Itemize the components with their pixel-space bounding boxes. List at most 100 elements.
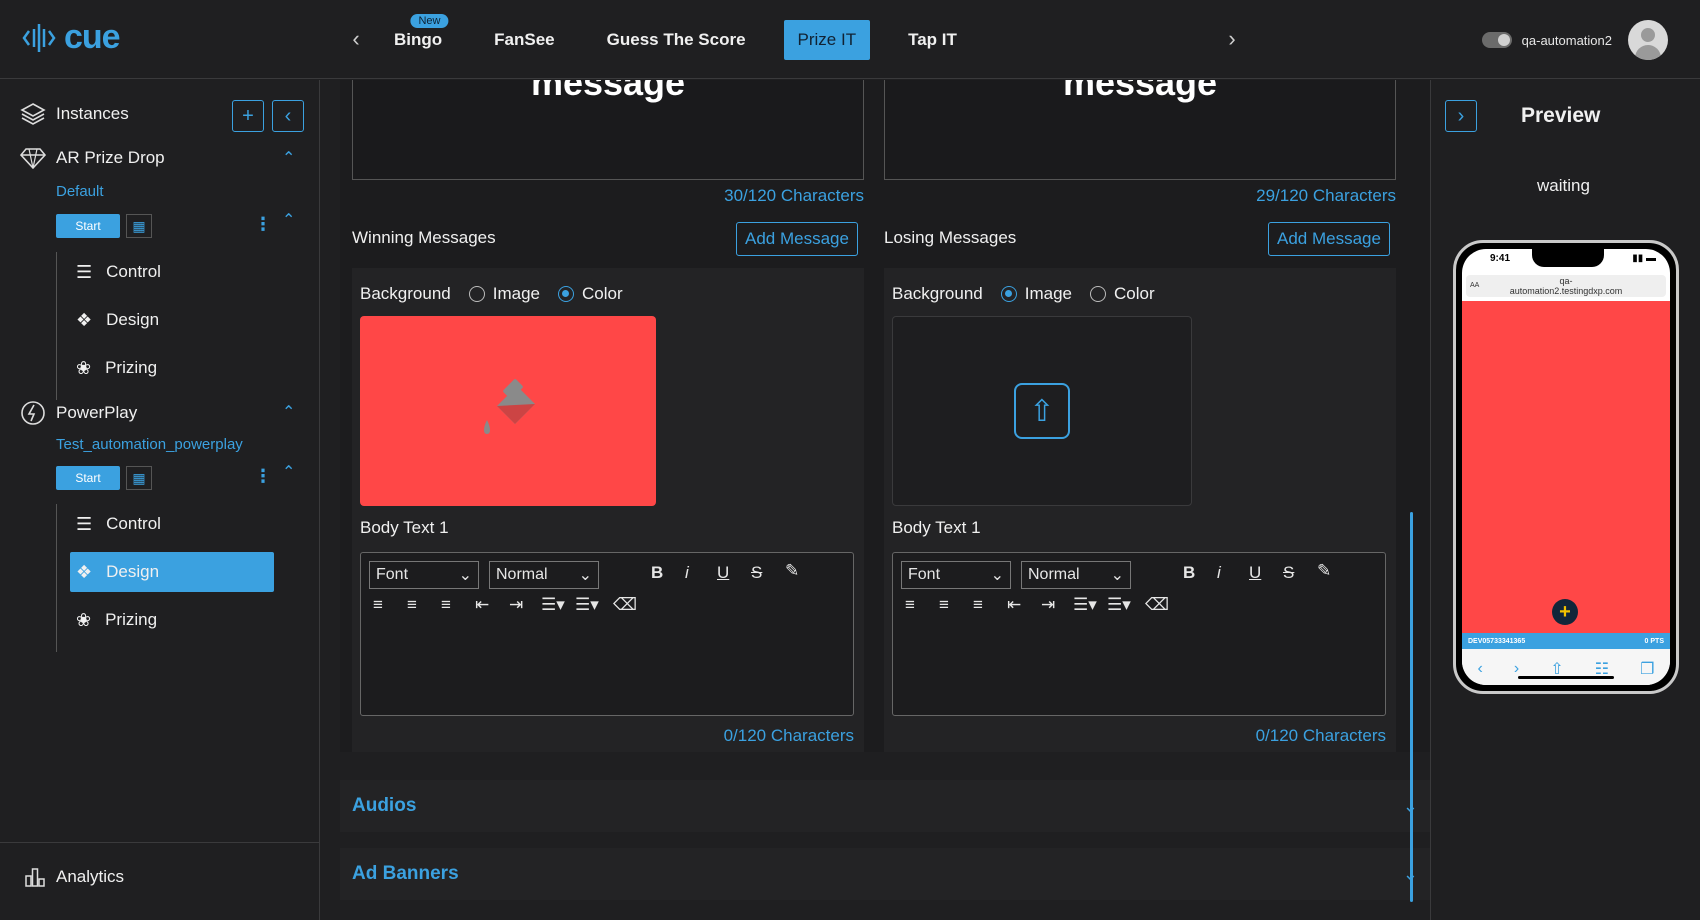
start-button[interactable]: Start [56, 214, 120, 238]
cue-logo-icon [22, 23, 56, 52]
clear-format-icon[interactable]: ⌫ [613, 595, 637, 615]
font-select-value: Font [908, 566, 941, 583]
chevron-down-icon: ⌄ [1110, 567, 1124, 584]
align-center-icon[interactable]: ≡ [939, 595, 949, 615]
font-select[interactable]: Font ⌄ [369, 561, 479, 589]
chevron-left-icon[interactable]: ‹ [344, 24, 368, 54]
sidebar-item-analytics[interactable]: Analytics [24, 866, 124, 888]
layers-icon [20, 103, 46, 125]
accordion-ad-banners[interactable]: Ad Banners ⌄ [340, 848, 1430, 900]
plus-icon: + [1552, 599, 1578, 625]
sidebar-item-control[interactable]: ☰ Control [70, 504, 274, 544]
rich-text-editor[interactable]: Font ⌄ Normal ⌄ B i U S ✎ ≡ ≡ ≡ ⇤ ⇥ ☰▾ ☰… [360, 552, 854, 716]
background-options: Background Image Color [892, 284, 1155, 304]
chevron-up-icon[interactable]: ⌃ [282, 462, 295, 482]
group-title: AR Prize Drop [56, 148, 165, 167]
clear-format-icon[interactable]: ⌫ [1145, 595, 1169, 615]
radio-image[interactable] [468, 286, 485, 302]
instance-name[interactable]: Default [56, 183, 104, 200]
radio-image-label: Image [1024, 284, 1072, 303]
sidebar-item-label: Design [106, 310, 160, 329]
highlighter-icon[interactable]: ✎ [785, 561, 799, 581]
tab-bingo[interactable]: New Bingo [380, 14, 456, 60]
indent-icon[interactable]: ⇥ [509, 595, 523, 615]
sidebar-item-design[interactable]: ❖ Design [70, 552, 274, 592]
image-upload-dropzone[interactable]: ⇧ [892, 316, 1192, 506]
chevron-up-icon[interactable]: ⌃ [282, 402, 295, 422]
indent-icon[interactable]: ⇥ [1041, 595, 1055, 615]
more-options-icon[interactable]: ⋮ [254, 466, 272, 487]
highlighter-icon[interactable]: ✎ [1317, 561, 1331, 581]
qr-code-icon[interactable]: ▦ [126, 214, 152, 238]
ordered-list-icon[interactable]: ☰▾ [1073, 595, 1097, 615]
instance-name[interactable]: Test_automation_powerplay [56, 436, 243, 453]
instances-header: Instances [20, 102, 129, 126]
qr-code-icon[interactable]: ▦ [126, 466, 152, 490]
outdent-icon[interactable]: ⇤ [1007, 595, 1021, 615]
underline-icon[interactable]: U [1249, 563, 1261, 583]
bullet-list-icon[interactable]: ☰▾ [575, 595, 599, 615]
bold-icon[interactable]: B [1183, 563, 1195, 583]
chevron-up-icon[interactable]: ⌃ [282, 210, 295, 230]
ordered-list-icon[interactable]: ☰▾ [541, 595, 565, 615]
tab-fansee[interactable]: FanSee [480, 20, 568, 60]
italic-icon[interactable]: i [1217, 563, 1221, 583]
radio-color[interactable] [1089, 286, 1106, 302]
outdent-icon[interactable]: ⇤ [475, 595, 489, 615]
strikethrough-icon[interactable]: S [1283, 563, 1294, 583]
size-select[interactable]: Normal ⌄ [489, 561, 599, 589]
add-instance-button[interactable]: + [232, 100, 264, 132]
losing-messages-label: Losing Messages [884, 228, 1017, 247]
align-left-icon[interactable]: ≡ [905, 595, 915, 615]
tab-tap-it[interactable]: Tap IT [894, 20, 971, 60]
winning-messages-label: Winning Messages [352, 228, 496, 247]
instances-label: Instances [56, 104, 129, 123]
add-winning-message-button[interactable]: Add Message [736, 222, 858, 256]
url-line-1: qa- [1559, 276, 1573, 286]
radio-image[interactable] [1000, 286, 1017, 302]
tab-guess-the-score[interactable]: Guess The Score [593, 20, 760, 60]
strikethrough-icon[interactable]: S [751, 563, 762, 583]
font-select-value: Font [376, 566, 409, 583]
theme-toggle[interactable] [1481, 32, 1512, 48]
radio-color[interactable] [557, 286, 574, 302]
add-losing-message-button[interactable]: Add Message [1268, 222, 1390, 256]
sidebar-item-prizing[interactable]: ❀ Prizing [70, 600, 274, 640]
align-right-icon[interactable]: ≡ [973, 595, 983, 615]
message-preview-box[interactable]: message [352, 80, 864, 180]
avatar[interactable] [1628, 20, 1668, 60]
message-preview-box[interactable]: message [884, 80, 1396, 180]
expand-preview-button[interactable]: › [1445, 100, 1477, 132]
rich-text-editor[interactable]: Font ⌄ Normal ⌄ B i U S ✎ ≡ ≡ ≡ ⇤ ⇥ ☰▾ ☰… [892, 552, 1386, 716]
accordion-audios[interactable]: Audios ⌄ [340, 780, 1430, 832]
bullet-list-icon[interactable]: ☰▾ [1107, 595, 1131, 615]
chevron-right-icon[interactable]: › [1220, 24, 1244, 54]
logo-text: cue [64, 18, 121, 56]
more-options-icon[interactable]: ⋮ [254, 214, 272, 235]
chevron-up-icon[interactable]: ⌃ [282, 148, 295, 168]
group-powerplay[interactable]: PowerPlay [20, 400, 137, 426]
italic-icon[interactable]: i [685, 563, 689, 583]
size-select[interactable]: Normal ⌄ [1021, 561, 1131, 589]
sidebar-item-prizing[interactable]: ❀ Prizing [70, 348, 274, 388]
size-select-value: Normal [496, 566, 548, 583]
collapse-sidebar-button[interactable]: ‹ [272, 100, 304, 132]
winning-message-card: Background Image Color Body Text 1 Font … [352, 268, 864, 752]
scrollbar[interactable] [1410, 512, 1413, 902]
color-picker-swatch[interactable] [360, 316, 656, 506]
cue-logo[interactable]: cue [22, 18, 121, 57]
tab-prize-it[interactable]: Prize IT [783, 20, 871, 60]
group-ar-prize-drop[interactable]: AR Prize Drop [20, 146, 165, 170]
align-right-icon[interactable]: ≡ [441, 595, 451, 615]
start-button[interactable]: Start [56, 466, 120, 490]
back-icon: ‹ [1477, 660, 1483, 677]
underline-icon[interactable]: U [717, 563, 729, 583]
sidebar-item-control[interactable]: ☰ Control [70, 252, 274, 292]
font-select[interactable]: Font ⌄ [901, 561, 1011, 589]
palette-icon: ❖ [76, 561, 93, 582]
bold-icon[interactable]: B [651, 563, 663, 583]
align-center-icon[interactable]: ≡ [407, 595, 417, 615]
sidebar-item-design[interactable]: ❖ Design [70, 300, 274, 340]
align-left-icon[interactable]: ≡ [373, 595, 383, 615]
phone-screen: 9:41 ▮▮ ▬ AA qa- automation2.testingdxp.… [1462, 249, 1670, 685]
